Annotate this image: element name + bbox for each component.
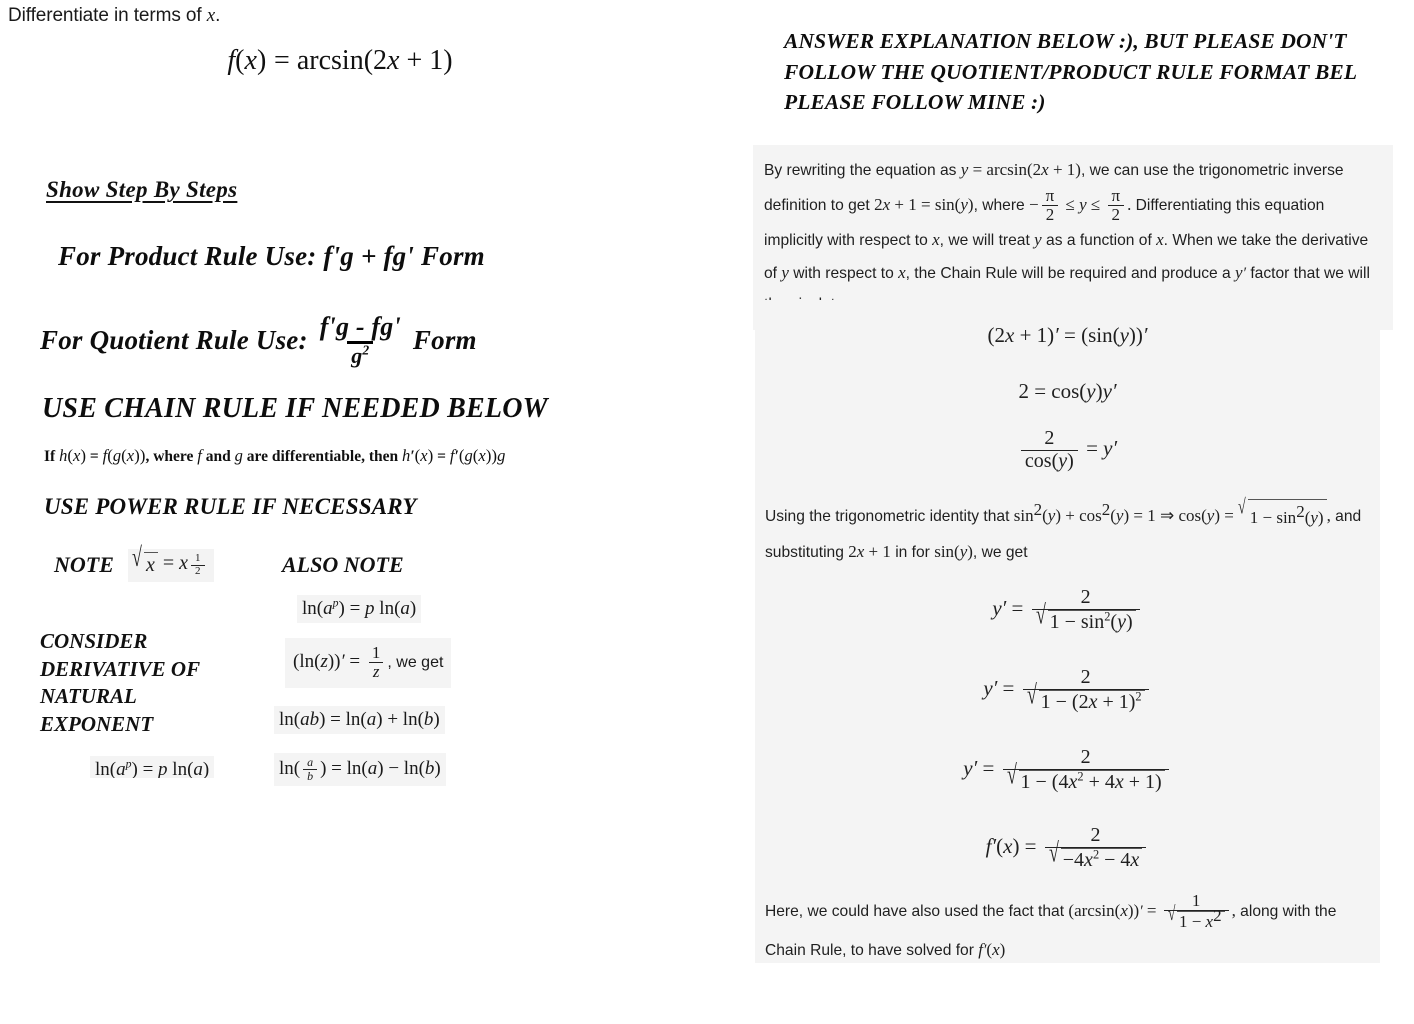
log-power-identity-clipped: ln(ap) = p ln(a): [90, 756, 215, 778]
log-product-identity: ln(ab) = ln(a) + ln(b): [274, 706, 445, 734]
problem-column: Differentiate in terms of x. f(x) = arcs…: [0, 0, 740, 1024]
show-steps-heading: Show Step By Steps: [46, 177, 238, 202]
sqrt-power-identity: √ x = x12: [128, 543, 214, 583]
derivation-panel: (2x + 1)′ = (sin(y))′ 2 = cos(y)y′ 2 cos(…: [755, 300, 1380, 963]
consider-derivative-note: CONSIDER DERIVATIVE OF NATURAL EXPONENT: [40, 629, 201, 737]
equation-substitution-1: y′ = 2 √ 1 − sin2(y): [755, 586, 1380, 633]
problem-prompt-period: .: [215, 5, 221, 26]
problem-prompt: Differentiate in terms of x.: [8, 5, 220, 27]
equation-implicit-3: 2 cos(y) = y′: [755, 427, 1380, 472]
identity-paragraph: Using the trigonometric identity that si…: [765, 495, 1362, 561]
function-equation: f(x) = arcsin(2x + 1): [227, 45, 453, 76]
quotient-rule-suffix: Form: [412, 324, 477, 355]
answer-column: ANSWER EXPLANATION BELOW :), BUT PLEASE …: [740, 0, 1414, 1024]
power-rule-heading: USE POWER RULE IF NECESSARY: [44, 494, 417, 519]
equation-final-derivative: f′(x) = 2 √ −4x2 − 4x: [755, 824, 1380, 871]
equation-implicit-1: (2x + 1)′ = (sin(y))′: [987, 323, 1148, 347]
problem-prompt-variable: x: [206, 5, 216, 26]
answer-banner: ANSWER EXPLANATION BELOW :), BUT PLEASE …: [784, 29, 1358, 115]
also-note-label: ALSO NOTE: [282, 552, 404, 577]
quotient-rule-prefix: For Quotient Rule Use:: [40, 324, 308, 355]
log-derivative-tail: , we get: [387, 654, 444, 672]
log-quotient-identity: ln(a b) = ln(a) − ln(b): [274, 753, 446, 786]
closing-paragraph: Here, we could have also used the fact t…: [765, 891, 1337, 959]
chain-rule-statement: If h(x) = f(g(x)), where f and g are dif…: [44, 446, 506, 465]
log-power-identity: ln(ap) = p ln(a): [297, 595, 422, 623]
quotient-rule-numerator: f'g - fg': [319, 312, 401, 341]
equation-implicit-2: 2 = cos(y)y′: [1018, 379, 1117, 403]
note-label: NOTE: [54, 552, 114, 577]
quotient-rule-text: For Quotient Rule Use: f'g - fg' g2 Form: [40, 312, 477, 368]
problem-prompt-text: Differentiate in terms of: [8, 5, 202, 26]
product-rule-text: For Product Rule Use: f'g + fg' Form: [58, 241, 485, 271]
quotient-rule-denominator: g2: [347, 341, 374, 368]
quotient-rule-fraction: f'g - fg' g2: [316, 312, 405, 368]
chain-rule-heading: USE CHAIN RULE IF NEEDED BELOW: [42, 393, 548, 424]
equation-substitution-2: y′ = 2 √ 1 − (2x + 1)2: [755, 666, 1380, 713]
equation-substitution-3: y′ = 2 √ 1 − (4x2 + 4x + 1): [755, 746, 1380, 793]
worksheet-page: Differentiate in terms of x. f(x) = arcs…: [0, 0, 1414, 1024]
log-derivative-identity: (ln(z))′ = 1z, we get: [285, 638, 452, 688]
